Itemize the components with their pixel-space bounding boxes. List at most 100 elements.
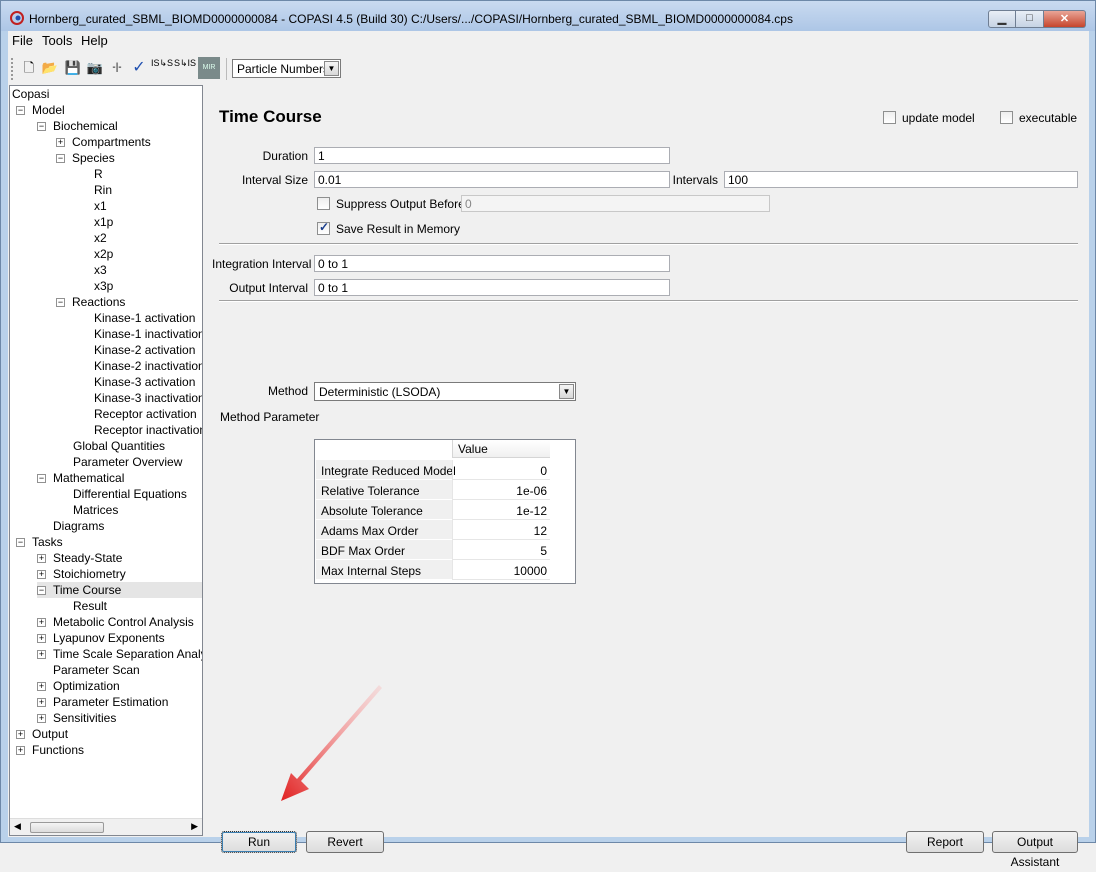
maximize-button[interactable]: □ bbox=[1016, 10, 1044, 28]
maximize-icon: □ bbox=[1026, 12, 1033, 24]
save-result-checkbox[interactable] bbox=[317, 220, 330, 235]
expand-icon[interactable]: + bbox=[37, 698, 46, 707]
interval-size-value: 0.01 bbox=[318, 173, 342, 187]
open-folder-icon[interactable]: 📂 bbox=[41, 59, 59, 77]
revert-button[interactable]: Revert bbox=[306, 831, 384, 853]
executable-label: executable bbox=[1019, 111, 1078, 125]
param-name: Adams Max Order bbox=[321, 524, 419, 538]
expand-icon[interactable]: + bbox=[37, 650, 46, 659]
update-model-checkbox[interactable] bbox=[883, 111, 896, 124]
tree-label: R bbox=[94, 167, 103, 181]
slider-icon[interactable]: -|- bbox=[107, 59, 127, 77]
param-value-cell[interactable]: 12 bbox=[452, 520, 550, 540]
duration-field[interactable]: 1 bbox=[314, 147, 670, 164]
menu-bar: File Tools Help bbox=[8, 31, 1089, 51]
collapse-icon[interactable]: − bbox=[16, 106, 25, 115]
tree-label: Biochemical bbox=[53, 119, 118, 133]
expand-icon[interactable]: + bbox=[16, 730, 25, 739]
expand-icon[interactable]: + bbox=[37, 618, 46, 627]
row-header: BDF Max Order bbox=[316, 540, 452, 560]
run-button[interactable]: Run bbox=[221, 831, 297, 853]
method-parameter-table: Value Integrate Reduced Model 0 Relative … bbox=[314, 439, 576, 584]
expand-icon[interactable]: + bbox=[37, 570, 46, 579]
param-value: 5 bbox=[540, 544, 547, 558]
collapse-icon[interactable]: − bbox=[37, 122, 46, 131]
table-row: Relative Tolerance 1e-06 bbox=[316, 480, 550, 500]
duration-label: Duration bbox=[262, 149, 308, 163]
param-value: 1e-06 bbox=[516, 484, 547, 498]
tree-label: Receptor inactivation bbox=[94, 423, 203, 437]
scrollbar-thumb[interactable] bbox=[30, 822, 104, 833]
table-row: Max Internal Steps 10000 bbox=[316, 560, 550, 580]
expand-icon[interactable]: + bbox=[16, 746, 25, 755]
task-panel: Time Course update model executable Dura… bbox=[212, 85, 1088, 869]
toolbar-separator bbox=[226, 58, 227, 80]
tree-label: Steady-State bbox=[53, 551, 123, 565]
param-value-cell[interactable]: 1e-06 bbox=[452, 480, 550, 500]
param-name: Max Internal Steps bbox=[321, 564, 422, 578]
executable-checkbox[interactable] bbox=[1000, 111, 1013, 124]
tree-label: Model bbox=[32, 103, 65, 117]
intervals-field[interactable]: 100 bbox=[724, 171, 1078, 188]
suppress-output-field: 0 bbox=[461, 195, 770, 212]
table-row: Integrate Reduced Model 0 bbox=[316, 460, 550, 480]
collapse-icon[interactable]: − bbox=[56, 154, 65, 163]
s-is-icon[interactable]: S↳IS bbox=[174, 59, 196, 77]
tree-label: Differential Equations bbox=[73, 487, 187, 501]
scroll-left-icon[interactable]: ◀ bbox=[14, 821, 21, 832]
navigation-tree[interactable]: Copasi − Model − Biochemical + Compartments… bbox=[9, 85, 203, 836]
param-name: BDF Max Order bbox=[321, 544, 406, 558]
collapse-icon[interactable]: − bbox=[16, 538, 25, 547]
minimize-button[interactable]: ▁ bbox=[988, 10, 1016, 28]
suppress-output-checkbox[interactable] bbox=[317, 197, 330, 210]
quantity-mode-select[interactable]: Particle Numbers ▼ bbox=[232, 59, 341, 78]
collapse-icon[interactable]: − bbox=[37, 474, 46, 483]
tree-label: x2 bbox=[94, 231, 107, 245]
expand-icon[interactable]: + bbox=[37, 714, 46, 723]
save-icon[interactable]: 💾 bbox=[64, 59, 82, 77]
interval-size-field[interactable]: 0.01 bbox=[314, 171, 670, 188]
tree-label: Metabolic Control Analysis bbox=[53, 615, 194, 629]
expand-icon[interactable]: + bbox=[37, 554, 46, 563]
miriam-icon[interactable]: MIR bbox=[198, 57, 220, 79]
new-file-icon[interactable]: 🗋 bbox=[20, 59, 38, 77]
collapse-icon[interactable]: − bbox=[56, 298, 65, 307]
tree-label: Kinase-2 activation bbox=[94, 343, 196, 357]
method-select[interactable]: Deterministic (LSODA) ▼ bbox=[314, 382, 576, 401]
toolbar-grip[interactable] bbox=[11, 58, 14, 80]
param-value-cell[interactable]: 1e-12 bbox=[452, 500, 550, 520]
is-s-icon[interactable]: IS↳S bbox=[151, 59, 173, 77]
scroll-right-icon[interactable]: ▶ bbox=[191, 821, 198, 832]
report-button[interactable]: Report bbox=[906, 831, 984, 853]
check-icon[interactable]: ✓ bbox=[130, 59, 148, 77]
param-value-cell[interactable]: 5 bbox=[452, 540, 550, 560]
param-value-cell[interactable]: 10000 bbox=[452, 560, 550, 580]
output-assistant-button[interactable]: Output Assistant bbox=[992, 831, 1078, 869]
tree-label: Functions bbox=[32, 743, 85, 757]
menu-file[interactable]: File bbox=[12, 33, 33, 48]
expand-icon[interactable]: + bbox=[37, 682, 46, 691]
quantity-mode-value: Particle Numbers bbox=[237, 62, 330, 76]
tree-label: Sensitivities bbox=[53, 711, 117, 725]
collapse-icon[interactable]: − bbox=[37, 586, 46, 595]
expand-icon[interactable]: + bbox=[56, 138, 65, 147]
method-parameter-label: Method Parameter bbox=[220, 410, 320, 424]
tree-horizontal-scrollbar[interactable]: ◀ ▶ bbox=[10, 818, 202, 835]
close-button[interactable]: ✕ bbox=[1044, 10, 1086, 28]
menu-help[interactable]: Help bbox=[81, 33, 108, 48]
param-value-cell[interactable]: 0 bbox=[452, 460, 550, 480]
integration-interval-value: 0 to 1 bbox=[318, 257, 349, 271]
intervals-label: Intervals bbox=[672, 173, 718, 187]
tree-label: Reactions bbox=[72, 295, 126, 309]
tree-item-time-course[interactable]: − Time Course bbox=[37, 582, 202, 598]
camera-icon[interactable]: 📷 bbox=[86, 59, 104, 77]
save-result-label: Save Result in Memory bbox=[336, 222, 461, 236]
table-row: Adams Max Order 12 bbox=[316, 520, 550, 540]
tree-label: Kinase-1 inactivation bbox=[94, 327, 203, 341]
title-bar[interactable]: Hornberg_curated_SBML_BIOMD0000000084 - … bbox=[1, 1, 1095, 31]
tree-label: Species bbox=[72, 151, 115, 165]
integration-interval-label: Integration Interval bbox=[212, 257, 312, 271]
expand-icon[interactable]: + bbox=[37, 634, 46, 643]
menu-tools[interactable]: Tools bbox=[42, 33, 72, 48]
minimize-icon: ▁ bbox=[997, 13, 1007, 25]
